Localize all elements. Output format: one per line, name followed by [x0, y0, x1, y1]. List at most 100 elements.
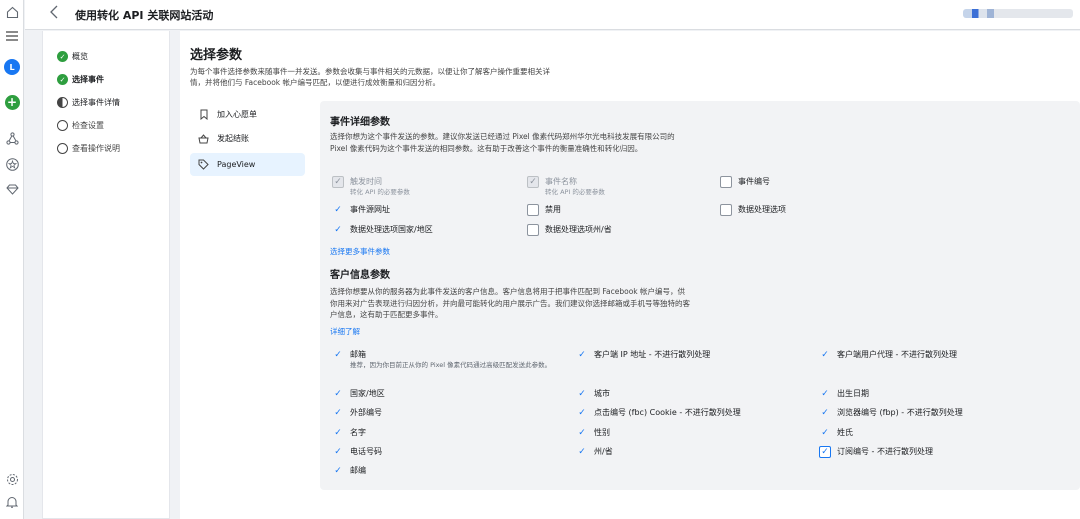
diamond-icon[interactable] — [3, 180, 21, 198]
event-label: 加入心愿单 — [217, 110, 257, 119]
checkbox[interactable]: ✓ — [576, 446, 588, 458]
step-overview[interactable]: ✓ 概览 — [57, 51, 88, 62]
param-label: 客户端 IP 地址 - 不进行散列处理 — [594, 350, 711, 359]
checkbox[interactable]: ✓ — [576, 388, 588, 400]
param-label: 客户端用户代理 - 不进行散列处理 — [837, 350, 957, 359]
param-client-ip[interactable]: ✓ 客户端 IP 地址 - 不进行散列处理 — [576, 349, 710, 361]
account-selector[interactable] — [963, 9, 1073, 18]
param-label: 国家/地区 — [350, 389, 385, 398]
graph-icon[interactable] — [3, 129, 21, 147]
param-client-user-agent[interactable]: ✓ 客户端用户代理 - 不进行散列处理 — [819, 349, 957, 361]
param-sublabel: 推荐，因为你目前正从你的 Pixel 像素代码通过高级匹配发送此参数。 — [350, 361, 552, 369]
check-icon: ✓ — [57, 51, 68, 62]
checkbox[interactable]: ✓ — [576, 349, 588, 361]
learn-more-link[interactable]: 详细了解 — [330, 326, 360, 337]
checkbox[interactable]: ✓ — [819, 427, 831, 439]
more-event-params-link[interactable]: 选择更多事件参数 — [330, 246, 390, 257]
checkbox[interactable]: ✓ — [332, 224, 344, 236]
param-label: 事件编号 — [738, 177, 770, 186]
checkbox[interactable] — [720, 204, 732, 216]
param-data-processing-options[interactable]: 数据处理选项 — [720, 204, 786, 216]
checkbox[interactable]: ✓ — [819, 407, 831, 419]
event-item-add-to-wishlist[interactable]: 加入心愿单 — [190, 103, 305, 126]
checkbox[interactable]: ✓ — [527, 176, 539, 188]
step-review-settings[interactable]: 检查设置 — [57, 120, 104, 131]
checkbox[interactable]: ✓ — [576, 427, 588, 439]
tag-icon — [198, 159, 209, 170]
param-date-of-birth[interactable]: ✓ 出生日期 — [819, 388, 869, 400]
param-dpo-country[interactable]: ✓ 数据处理选项国家/地区 — [332, 224, 433, 236]
back-arrow-icon[interactable] — [49, 5, 59, 23]
param-label: 电话号码 — [350, 447, 382, 456]
step-label: 查看操作说明 — [72, 144, 120, 153]
check-icon: ✓ — [57, 74, 68, 85]
checkbox[interactable] — [527, 204, 539, 216]
checkbox[interactable]: ✓ — [332, 465, 344, 477]
param-label: 邮编 — [350, 466, 366, 475]
param-fbc[interactable]: ✓ 点击编号 (fbc) Cookie - 不进行散列处理 — [576, 407, 741, 419]
create-icon[interactable]: + — [4, 95, 20, 110]
step-navigation: ✓ 概览 ✓ 选择事件 选择事件详情 检查设置 查看操作说明 — [42, 31, 170, 519]
star-icon[interactable] — [3, 155, 21, 173]
checkbox[interactable]: ✓ — [576, 407, 588, 419]
menu-icon[interactable] — [3, 27, 21, 45]
event-item-pageview[interactable]: PageView — [190, 153, 305, 176]
param-last-name[interactable]: ✓ 姓氏 — [819, 427, 853, 439]
param-opt-out[interactable]: 禁用 — [527, 204, 561, 216]
param-label: 州/省 — [594, 447, 613, 456]
param-label: 数据处理选项国家/地区 — [350, 225, 433, 234]
avatar[interactable]: L — [4, 59, 20, 75]
param-state[interactable]: ✓ 州/省 — [576, 446, 613, 458]
step-event-details[interactable]: 选择事件详情 — [57, 97, 120, 108]
checkbox[interactable]: ✓ — [819, 349, 831, 361]
param-event-id[interactable]: 事件编号 — [720, 176, 770, 188]
event-item-initiate-checkout[interactable]: 发起结账 — [190, 127, 305, 150]
param-subscription-id[interactable]: ✓ 订阅编号 - 不进行散列处理 — [819, 446, 933, 458]
checkbox[interactable]: ✓ — [819, 446, 831, 458]
param-label: 外部编号 — [350, 408, 382, 417]
param-external-id[interactable]: ✓ 外部编号 — [332, 407, 382, 419]
param-first-name[interactable]: ✓ 名字 — [332, 427, 366, 439]
home-icon[interactable] — [3, 3, 21, 21]
checkbox[interactable] — [527, 224, 539, 236]
basket-icon — [198, 133, 209, 144]
page-title: 使用转化 API 关联网站活动 — [75, 9, 214, 22]
event-label: 发起结账 — [217, 134, 249, 143]
param-label: 事件源网址 — [350, 205, 390, 214]
event-details-title: 事件详细参数 — [330, 117, 390, 128]
checkbox[interactable]: ✓ — [332, 388, 344, 400]
param-label: 出生日期 — [837, 389, 869, 398]
bell-icon[interactable] — [3, 493, 21, 511]
param-event-name[interactable]: ✓ 事件名称 转化 API 的必要参数 — [527, 176, 605, 197]
step-label: 概览 — [72, 52, 88, 61]
customer-info-title: 客户信息参数 — [330, 270, 390, 281]
param-event-source-url[interactable]: ✓ 事件源网址 — [332, 204, 390, 216]
step-view-instructions[interactable]: 查看操作说明 — [57, 143, 120, 154]
param-email[interactable]: ✓ 邮箱推荐，因为你目前正从你的 Pixel 像素代码通过高级匹配发送此参数。 — [332, 349, 560, 370]
param-gender[interactable]: ✓ 性别 — [576, 427, 610, 439]
checkbox[interactable]: ✓ — [332, 204, 344, 216]
section-description: 为每个事件选择参数来随事件一并发送。参数会收集与事件相关的元数据，以便让你了解客… — [190, 67, 550, 87]
checkbox[interactable]: ✓ — [332, 407, 344, 419]
param-city[interactable]: ✓ 城市 — [576, 388, 610, 400]
param-label: 订阅编号 - 不进行散列处理 — [837, 447, 933, 456]
checkbox[interactable]: ✓ — [819, 388, 831, 400]
param-dpo-state[interactable]: 数据处理选项州/省 — [527, 224, 612, 236]
checkbox[interactable]: ✓ — [332, 446, 344, 458]
settings-icon[interactable] — [3, 470, 21, 488]
checkbox[interactable]: ✓ — [332, 176, 344, 188]
param-event-time[interactable]: ✓ 触发时间 转化 API 的必要参数 — [332, 176, 410, 197]
param-label: 浏览器编号 (fbp) - 不进行散列处理 — [837, 408, 963, 417]
customer-info-description: 选择你想要从你的服务器为此事件发送的客户信息。客户信息将用于把事件匹配到 Fac… — [330, 287, 690, 319]
param-country[interactable]: ✓ 国家/地区 — [332, 388, 385, 400]
checkbox[interactable]: ✓ — [332, 427, 344, 439]
bookmark-icon — [198, 109, 209, 120]
param-phone[interactable]: ✓ 电话号码 — [332, 446, 382, 458]
checkbox[interactable]: ✓ — [332, 349, 344, 361]
checkbox[interactable] — [720, 176, 732, 188]
param-label: 邮箱 — [350, 350, 366, 359]
param-zip[interactable]: ✓ 邮编 — [332, 465, 366, 477]
param-label: 数据处理选项 — [738, 205, 786, 214]
param-fbp[interactable]: ✓ 浏览器编号 (fbp) - 不进行散列处理 — [819, 407, 963, 419]
step-select-events[interactable]: ✓ 选择事件 — [57, 74, 104, 85]
